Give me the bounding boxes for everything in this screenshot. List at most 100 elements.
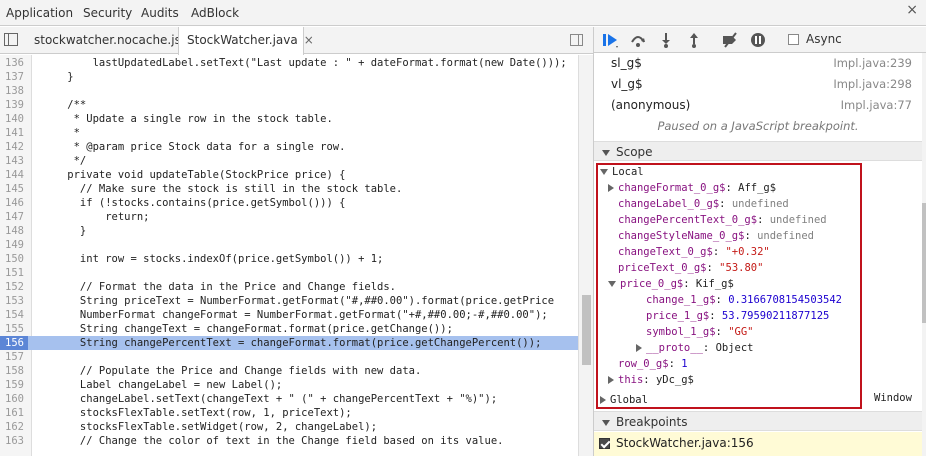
line-number[interactable]: 160	[0, 392, 28, 406]
code-line[interactable]: 157	[0, 350, 578, 364]
line-number[interactable]: 163	[0, 434, 28, 448]
code-line[interactable]: 139 /**	[0, 98, 578, 112]
scope-variable[interactable]: changeLabel_0_g$: undefined	[618, 196, 789, 212]
line-number[interactable]: 149	[0, 238, 28, 252]
expand-triangle-icon[interactable]	[608, 184, 614, 192]
tab-application[interactable]: Application	[6, 0, 73, 26]
code-line[interactable]: 155 String changeText = changeFormat.for…	[0, 322, 578, 336]
close-devtools-icon[interactable]: ×	[906, 2, 918, 18]
navigator-toggle-icon[interactable]	[4, 33, 18, 46]
scope-variable[interactable]: price_0_g$: Kif_g$	[608, 276, 734, 292]
line-number[interactable]: 138	[0, 84, 28, 98]
scope-variable[interactable]: price_1_g$: 53.79590211877125	[646, 308, 829, 324]
code-editor[interactable]: 136 lastUpdatedLabel.setText("Last updat…	[0, 55, 578, 456]
code-line[interactable]: 161 stocksFlexTable.setText(row, 1, pric…	[0, 406, 578, 420]
code-line[interactable]: 147 return;	[0, 210, 578, 224]
line-number[interactable]: 146	[0, 196, 28, 210]
scope-variable[interactable]: this: yDc_g$	[608, 372, 694, 388]
breakpoints-section-header[interactable]: Breakpoints	[594, 411, 922, 431]
line-number[interactable]: 144	[0, 168, 28, 182]
tab-security[interactable]: Security	[83, 0, 132, 26]
code-line[interactable]: 136 lastUpdatedLabel.setText("Last updat…	[0, 56, 578, 70]
line-number[interactable]: 141	[0, 126, 28, 140]
call-frame[interactable]: vl_g$ Impl.java:298	[594, 74, 922, 95]
scope-variable[interactable]: priceText_0_g$: "53.80"	[618, 260, 763, 276]
sidebar-scrollbar[interactable]	[922, 53, 926, 456]
code-line[interactable]: 163 // Change the color of text in the C…	[0, 434, 578, 448]
code-line[interactable]: 158 // Populate the Price and Change fie…	[0, 364, 578, 378]
collapse-triangle-icon[interactable]	[608, 281, 616, 287]
line-number[interactable]: 137	[0, 70, 28, 84]
code-line[interactable]: 156 String changePercentText = changeFor…	[0, 336, 578, 350]
scope-local-header[interactable]: Local	[600, 164, 644, 180]
expand-triangle-icon[interactable]	[608, 376, 614, 384]
line-number[interactable]: 155	[0, 322, 28, 336]
tab-adblock[interactable]: AdBlock	[191, 0, 239, 26]
scope-variable[interactable]: symbol_1_g$: "GG"	[646, 324, 754, 340]
call-frame-location[interactable]: Impl.java:239	[833, 53, 912, 74]
line-number[interactable]: 150	[0, 252, 28, 266]
code-line[interactable]: 145 // Make sure the stock is still in t…	[0, 182, 578, 196]
line-number[interactable]: 147	[0, 210, 28, 224]
code-line[interactable]: 152 // Format the data in the Price and …	[0, 280, 578, 294]
scope-section-header[interactable]: Scope	[594, 141, 922, 161]
expand-triangle-icon[interactable]	[636, 344, 642, 352]
scope-variable[interactable]: row_0_g$: 1	[618, 356, 688, 372]
line-number[interactable]: 154	[0, 308, 28, 322]
editor-scrollbar[interactable]	[578, 55, 593, 456]
code-line[interactable]: 149	[0, 238, 578, 252]
step-out-icon[interactable]	[686, 32, 702, 48]
code-line[interactable]: 154 NumberFormat changeFormat = NumberFo…	[0, 308, 578, 322]
scope-global-header[interactable]: Global	[600, 392, 648, 408]
code-line[interactable]: 143 */	[0, 154, 578, 168]
close-tab-icon[interactable]: ×	[304, 33, 314, 47]
code-line[interactable]: 144 private void updateTable(StockPrice …	[0, 168, 578, 182]
code-line[interactable]: 137 }	[0, 70, 578, 84]
scope-variable[interactable]: __proto__: Object	[636, 340, 754, 356]
pause-on-exceptions-icon[interactable]	[750, 32, 766, 48]
deactivate-breakpoints-icon[interactable]	[722, 32, 738, 48]
line-number[interactable]: 152	[0, 280, 28, 294]
code-line[interactable]: 141 *	[0, 126, 578, 140]
line-number[interactable]: 140	[0, 112, 28, 126]
breakpoint-item[interactable]: StockWatcher.java:156	[594, 432, 922, 456]
line-number[interactable]: 156	[0, 336, 28, 350]
code-line[interactable]: 159 Label changeLabel = new Label();	[0, 378, 578, 392]
line-number[interactable]: 162	[0, 420, 28, 434]
scope-variable[interactable]: changeStyleName_0_g$: undefined	[618, 228, 814, 244]
breakpoint-label[interactable]: StockWatcher.java:156	[616, 436, 754, 450]
line-number[interactable]: 151	[0, 266, 28, 280]
line-number[interactable]: 139	[0, 98, 28, 112]
step-into-icon[interactable]	[658, 32, 674, 48]
line-number[interactable]: 136	[0, 56, 28, 70]
line-number[interactable]: 161	[0, 406, 28, 420]
code-line[interactable]: 140 * Update a single row in the stock t…	[0, 112, 578, 126]
call-frame-location[interactable]: Impl.java:77	[841, 95, 912, 116]
line-number[interactable]: 157	[0, 350, 28, 364]
async-checkbox[interactable]	[788, 34, 799, 45]
code-line[interactable]: 150 int row = stocks.indexOf(price.getSy…	[0, 252, 578, 266]
call-frame[interactable]: sl_g$ Impl.java:239	[594, 53, 922, 74]
code-line[interactable]: 160 changeLabel.setText(changeText + " (…	[0, 392, 578, 406]
line-number[interactable]: 158	[0, 364, 28, 378]
call-frame[interactable]: (anonymous) Impl.java:77	[594, 95, 922, 116]
file-tab-stockwatcher-nocache[interactable]: stockwatcher.nocache.js	[26, 27, 181, 54]
line-number[interactable]: 159	[0, 378, 28, 392]
breakpoint-checkbox[interactable]	[599, 438, 610, 449]
code-line[interactable]: 153 String priceText = NumberFormat.getF…	[0, 294, 578, 308]
code-line[interactable]: 138	[0, 84, 578, 98]
editor-scrollbar-thumb[interactable]	[582, 295, 591, 365]
scope-variable[interactable]: changePercentText_0_g$: undefined	[618, 212, 827, 228]
line-number[interactable]: 145	[0, 182, 28, 196]
debugger-sidebar-toggle-icon[interactable]	[570, 34, 583, 46]
scope-variable[interactable]: changeFormat_0_g$: Aff_g$	[608, 180, 776, 196]
code-line[interactable]: 162 stocksFlexTable.setWidget(row, 2, ch…	[0, 420, 578, 434]
line-number[interactable]: 153	[0, 294, 28, 308]
sidebar-scrollbar-thumb[interactable]	[922, 203, 926, 323]
call-frame-location[interactable]: Impl.java:298	[833, 74, 912, 95]
code-line[interactable]: 146 if (!stocks.contains(price.getSymbol…	[0, 196, 578, 210]
file-tab-stockwatcher-java[interactable]: StockWatcher.java ×	[178, 27, 314, 55]
line-number[interactable]: 148	[0, 224, 28, 238]
scope-variable[interactable]: change_1_g$: 0.3166708154503542	[646, 292, 842, 308]
code-line[interactable]: 151	[0, 266, 578, 280]
